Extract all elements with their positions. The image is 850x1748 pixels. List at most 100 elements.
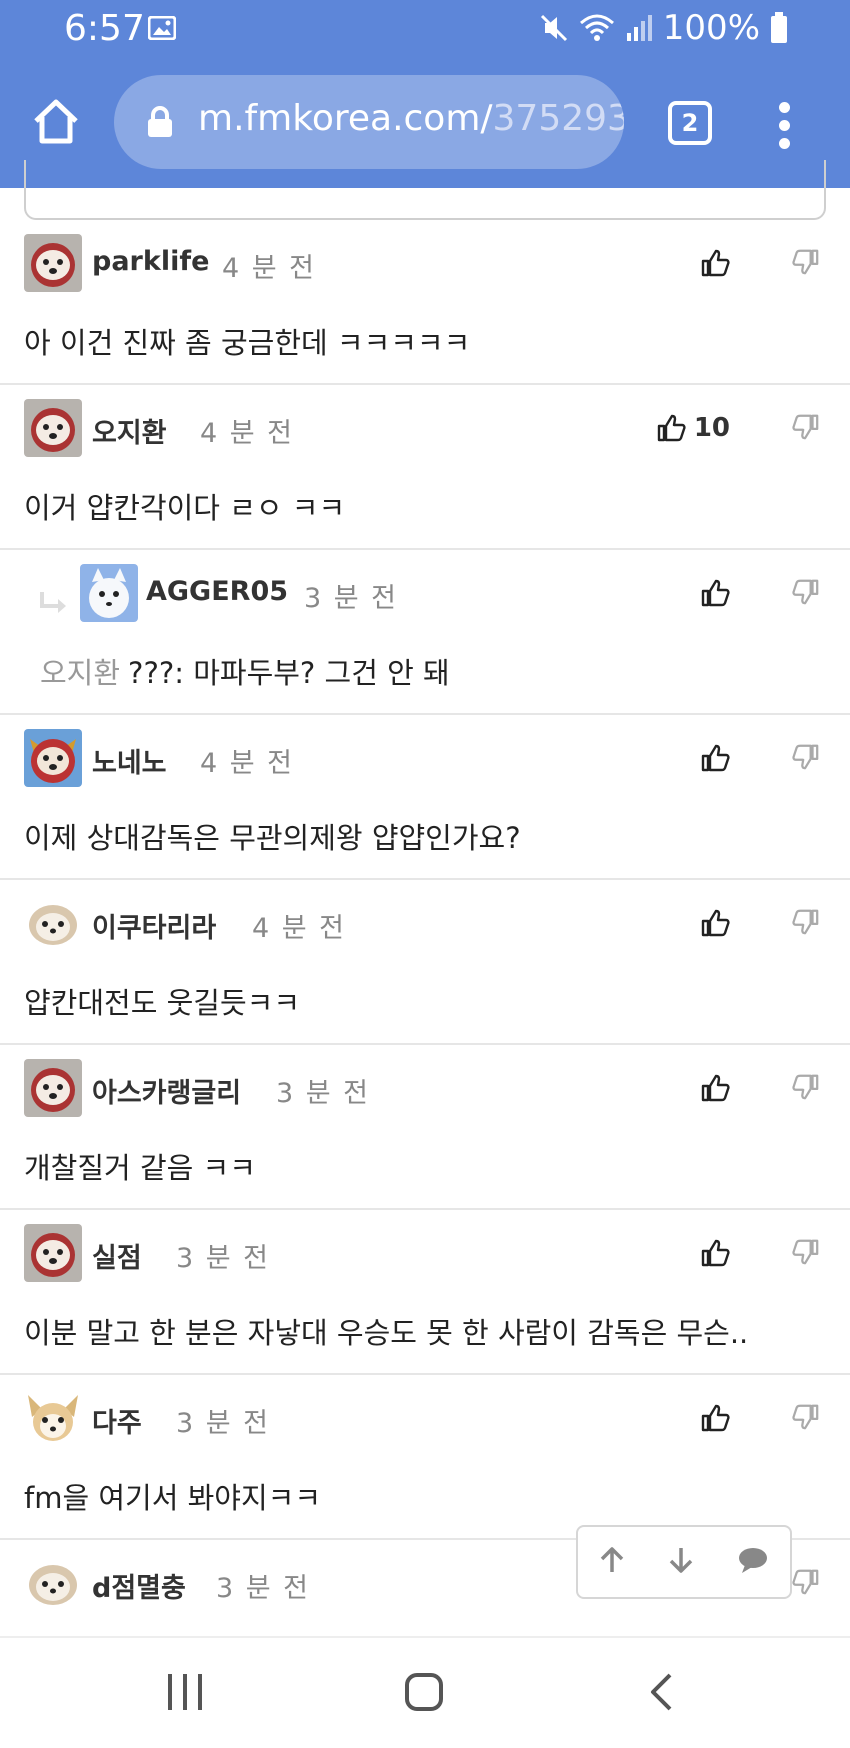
tab-switcher-button[interactable]: 2	[668, 101, 712, 145]
overflow-menu-button[interactable]	[776, 102, 792, 150]
comment-content: fm을 여기서 봐야지ㅋㅋ	[24, 1481, 322, 1515]
recent-apps-button[interactable]	[166, 1672, 204, 1716]
comment-time: 4 분 전	[200, 418, 295, 449]
comment-item: 이쿠타리라 4 분 전 얍칸대전도 웃길듯ㅋㅋ	[0, 880, 850, 1045]
like-button[interactable]	[700, 1073, 730, 1103]
comment-item: 아스카랭글리 3 분 전 개찰질거 같음 ㅋㅋ	[0, 1045, 850, 1210]
home-button[interactable]	[30, 95, 82, 151]
avatar[interactable]	[24, 399, 82, 457]
thumbs-up-icon	[701, 579, 730, 607]
comment-content: 아 이건 진짜 좀 궁금한데 ㅋㅋㅋㅋㅋ	[24, 326, 471, 360]
comment-item: 노네노 4 분 전 이제 상대감독은 무관의제왕 얍얍인가요?	[0, 715, 850, 880]
reply-mention[interactable]: 오지환	[40, 656, 120, 690]
comment-list: parklife 4 분 전 아 이건 진짜 좀 궁금한데 ㅋㅋㅋㅋㅋ 오지환 …	[0, 220, 850, 1705]
like-button[interactable]	[700, 578, 730, 608]
comment-item: 다주 3 분 전 fm을 여기서 봐야지ㅋㅋ	[0, 1375, 850, 1540]
dislike-button[interactable]	[792, 908, 820, 940]
thumbs-down-icon	[792, 1239, 819, 1265]
comment-content: 이거 얍칸각이다 ㄹㅇ ㅋㅋ	[24, 491, 346, 525]
dislike-button[interactable]	[792, 413, 820, 445]
like-button[interactable]	[700, 908, 730, 938]
wifi-icon	[579, 13, 615, 43]
thumbs-up-icon	[701, 1074, 730, 1102]
previous-comment-box-edge	[24, 160, 826, 220]
thumbs-down-icon	[792, 579, 819, 605]
thumbs-down-icon	[792, 1569, 819, 1595]
comment-reply-item: AGGER05 3 분 전 오지환???: 마파두부? 그건 안 돼	[0, 550, 850, 715]
comment-author[interactable]: 아스카랭글리	[92, 1071, 241, 1110]
thumbs-down-icon	[792, 249, 819, 275]
url-path: 375293	[492, 98, 624, 139]
comment-author[interactable]: 다주	[92, 1401, 142, 1440]
back-chevron-icon	[651, 1673, 672, 1711]
avatar[interactable]	[24, 894, 82, 952]
dislike-button[interactable]	[792, 1568, 820, 1600]
comment-item: 오지환 4 분 전 10 이거 얍칸각이다 ㄹㅇ ㅋㅋ	[0, 385, 850, 550]
thumbs-up-icon	[701, 909, 730, 937]
thumbs-down-icon	[792, 414, 819, 440]
status-time: 6:57	[64, 8, 145, 49]
avatar[interactable]	[24, 234, 82, 292]
like-button[interactable]	[700, 743, 730, 773]
dislike-button[interactable]	[792, 743, 820, 775]
comment-author[interactable]: 노네노	[92, 741, 167, 780]
thumbs-up-icon	[701, 249, 730, 277]
comment-item: parklife 4 분 전 아 이건 진짜 좀 궁금한데 ㅋㅋㅋㅋㅋ	[0, 220, 850, 385]
comment-time: 4 분 전	[200, 748, 295, 779]
comment-content: 오지환???: 마파두부? 그건 안 돼	[40, 650, 450, 692]
avatar[interactable]	[24, 1389, 82, 1447]
comment-author[interactable]: AGGER05	[146, 576, 288, 607]
comment-author[interactable]: 이쿠타리라	[92, 906, 216, 945]
home-nav-button[interactable]	[404, 1672, 444, 1716]
like-button[interactable]	[700, 248, 730, 278]
address-bar[interactable]: m.fmkorea.com/375293	[114, 75, 624, 169]
arrow-up-icon	[601, 1547, 624, 1572]
reply-arrow-icon	[38, 590, 70, 622]
comment-content: 얍칸대전도 웃길듯ㅋㅋ	[24, 986, 301, 1020]
avatar[interactable]	[80, 564, 138, 622]
comment-item: 실점 3 분 전 이분 말고 한 분은 자낳대 우승도 못 한 사람이 감독은 …	[0, 1210, 850, 1375]
comment-time: 3 분 전	[176, 1243, 271, 1274]
thumbs-up-icon	[701, 1404, 730, 1432]
status-right: 100%	[539, 8, 788, 48]
like-button[interactable]: 10	[656, 413, 730, 443]
comment-author[interactable]: d점멸충	[92, 1566, 186, 1605]
dislike-button[interactable]	[792, 248, 820, 280]
floating-nav	[576, 1525, 792, 1599]
comment-time: 3 분 전	[304, 583, 399, 614]
comment-author[interactable]: 오지환	[92, 411, 167, 450]
dislike-button[interactable]	[792, 1238, 820, 1270]
back-button[interactable]	[648, 1672, 674, 1716]
thumbs-up-icon	[701, 1239, 730, 1267]
lock-icon	[146, 105, 174, 143]
thumbs-down-icon	[792, 744, 819, 770]
recent-apps-icon	[168, 1674, 202, 1710]
comment-author[interactable]: 실점	[92, 1236, 142, 1275]
home-icon	[34, 99, 78, 144]
mute-icon	[539, 13, 569, 43]
dislike-button[interactable]	[792, 578, 820, 610]
comment-button[interactable]	[737, 1546, 769, 1578]
scroll-up-button[interactable]	[599, 1546, 625, 1578]
avatar[interactable]	[24, 1059, 82, 1117]
home-square-icon	[405, 1673, 443, 1711]
system-nav-bar	[0, 1636, 850, 1748]
comment-text: ???: 마파두부? 그건 안 돼	[128, 656, 450, 690]
thumbs-down-icon	[792, 909, 819, 935]
comment-time: 3 분 전	[176, 1408, 271, 1439]
comment-content: 이제 상대감독은 무관의제왕 얍얍인가요?	[24, 821, 521, 855]
avatar[interactable]	[24, 1554, 82, 1612]
avatar[interactable]	[24, 1224, 82, 1282]
comment-content: 이분 말고 한 분은 자낳대 우승도 못 한 사람이 감독은 무슨..	[24, 1316, 749, 1350]
thumbs-down-icon	[792, 1074, 819, 1100]
dislike-button[interactable]	[792, 1073, 820, 1105]
dislike-button[interactable]	[792, 1403, 820, 1435]
thumbs-down-icon	[792, 1404, 819, 1430]
comment-time: 3 분 전	[216, 1573, 311, 1604]
like-button[interactable]	[700, 1403, 730, 1433]
like-button[interactable]	[700, 1238, 730, 1268]
avatar[interactable]	[24, 729, 82, 787]
status-bar: 6:57 100%	[0, 0, 850, 58]
scroll-down-button[interactable]	[668, 1546, 694, 1578]
comment-author[interactable]: parklife	[92, 246, 209, 277]
